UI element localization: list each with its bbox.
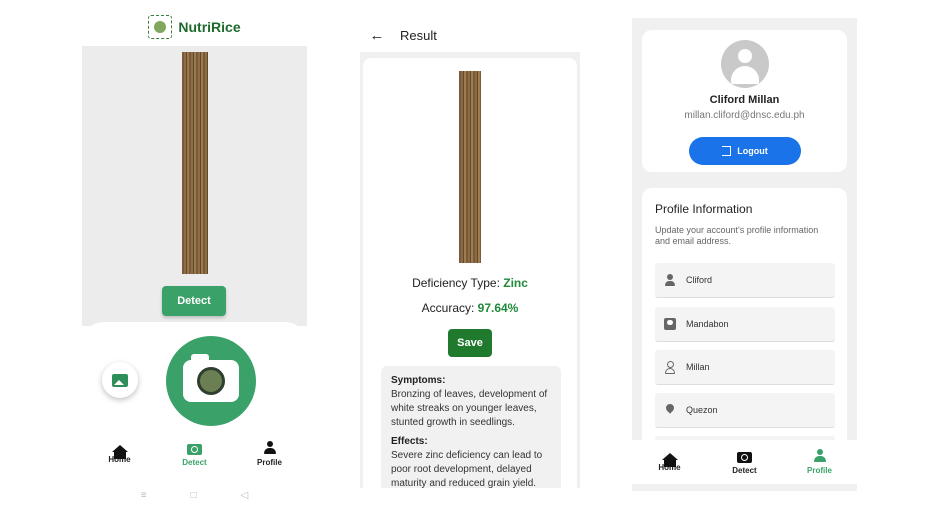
page-title: Result — [400, 27, 437, 43]
back-triangle-icon[interactable]: ◁ — [241, 490, 249, 501]
address-field[interactable]: Quezon — [655, 393, 835, 428]
person-icon — [263, 441, 277, 455]
app-header: NutriRice — [82, 8, 307, 46]
last-name-field[interactable]: Millan — [655, 350, 835, 385]
accuracy-label: Accuracy: — [421, 301, 478, 315]
result-header: ← Result — [360, 18, 580, 52]
camera-icon — [737, 452, 752, 463]
profile-info-card: Profile Information Update your account'… — [642, 188, 847, 450]
app-title: NutriRice — [178, 19, 241, 35]
detect-button[interactable]: Detect — [162, 286, 226, 316]
nav-profile-label: Profile — [807, 466, 832, 475]
gallery-button[interactable] — [102, 362, 138, 398]
effects-heading: Effects: — [391, 436, 428, 447]
nav-profile[interactable]: Profile — [790, 449, 850, 475]
save-button[interactable]: Save — [448, 329, 492, 357]
home-square-icon[interactable]: □ — [191, 490, 197, 501]
location-pin-icon — [664, 404, 676, 416]
address-value: Quezon — [686, 405, 718, 415]
camera-preview: Detect — [82, 46, 307, 326]
system-navigation: ≡ □ ◁ — [82, 484, 307, 506]
effects-text: Severe zinc deficiency can lead to poor … — [391, 450, 543, 488]
nav-home[interactable]: Home — [640, 452, 700, 472]
rice-leaf-image — [459, 71, 481, 263]
user-email: millan.cliford@dnsc.edu.ph — [684, 110, 805, 121]
menu-icon[interactable]: ≡ — [141, 490, 147, 501]
user-name: Cliford Millan — [709, 94, 780, 106]
profile-screen: Cliford Millan millan.cliford@dnsc.edu.p… — [632, 18, 857, 493]
nav-profile[interactable]: Profile — [240, 441, 300, 467]
nav-detect-label: Detect — [182, 458, 207, 467]
capture-button[interactable] — [166, 336, 256, 426]
nutririce-logo-icon — [148, 15, 173, 39]
logout-button[interactable]: Logout — [689, 137, 801, 165]
section-title: Profile Information — [655, 202, 753, 216]
person-icon — [813, 449, 827, 463]
deficiency-info: Symptoms: Bronzing of leaves, developmen… — [381, 366, 561, 488]
home-icon — [661, 452, 678, 467]
first-name-field[interactable]: Cliford — [655, 263, 835, 298]
system-navigation: ≡ □ ◁ — [632, 491, 857, 493]
section-description: Update your account's profile informatio… — [655, 225, 819, 246]
nav-detect-label: Detect — [732, 466, 757, 475]
avatar-icon — [721, 40, 769, 88]
detect-screen: NutriRice Detect Home Detect Profile ≡ □… — [82, 8, 307, 508]
bottom-navigation: Home Detect Profile — [82, 432, 307, 476]
result-card: Deficiency Type: Zinc Accuracy: 97.64% S… — [363, 58, 577, 488]
middle-name-value: Mandabon — [686, 319, 729, 329]
badge-icon — [664, 318, 676, 330]
result-screen: ← Result Deficiency Type: Zinc Accuracy:… — [360, 18, 580, 488]
back-arrow-icon[interactable]: ← — [364, 27, 390, 44]
accuracy: Accuracy: 97.64% — [363, 301, 577, 315]
middle-name-field[interactable]: Mandabon — [655, 307, 835, 342]
deficiency-label: Deficiency Type: — [412, 276, 504, 290]
rice-leaf-image — [182, 52, 208, 274]
deficiency-value: Zinc — [503, 276, 528, 290]
nav-detect[interactable]: Detect — [165, 441, 225, 467]
camera-icon — [183, 354, 239, 402]
camera-icon — [187, 444, 202, 455]
nav-detect[interactable]: Detect — [715, 449, 775, 475]
nav-home[interactable]: Home — [90, 444, 150, 464]
last-name-value: Millan — [686, 362, 710, 372]
person-outline-icon — [664, 361, 676, 374]
nav-profile-label: Profile — [257, 458, 282, 467]
symptoms-text: Bronzing of leaves, development of white… — [391, 389, 548, 428]
person-icon — [664, 274, 676, 286]
accuracy-value: 97.64% — [477, 301, 519, 315]
bottom-navigation: Home Detect Profile — [632, 440, 857, 484]
logout-icon — [722, 146, 732, 156]
symptoms-heading: Symptoms: — [391, 375, 446, 386]
logout-label: Logout — [737, 146, 768, 156]
image-icon — [112, 373, 128, 387]
user-card: Cliford Millan millan.cliford@dnsc.edu.p… — [642, 30, 847, 172]
deficiency-type: Deficiency Type: Zinc — [363, 276, 577, 290]
first-name-value: Cliford — [686, 275, 713, 285]
home-icon — [111, 444, 128, 459]
